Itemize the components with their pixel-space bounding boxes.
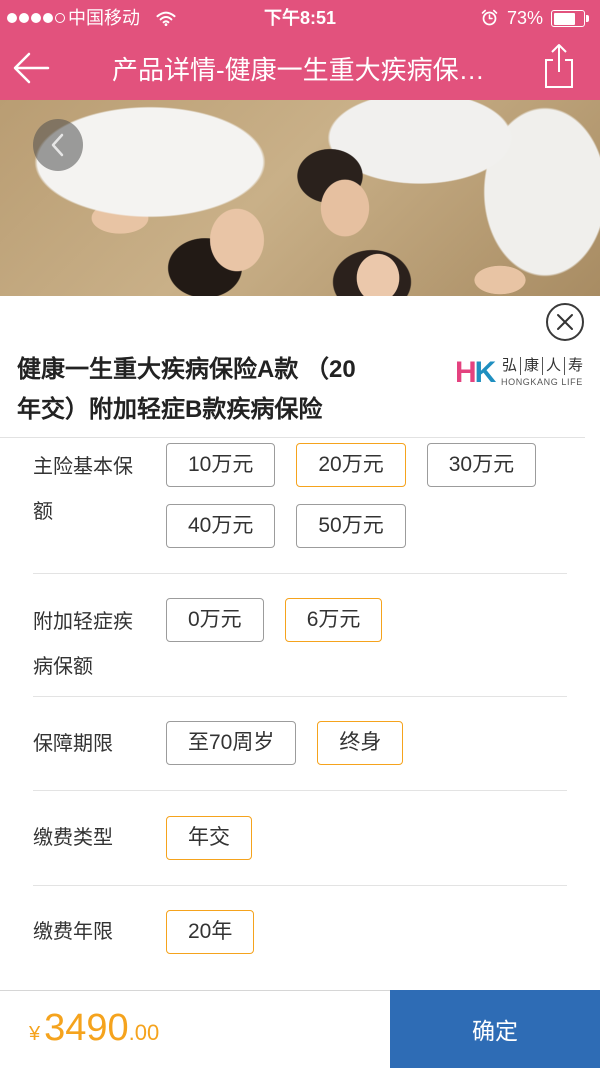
option-group-label: 保障期限: [33, 733, 113, 755]
logo-mark-h: H: [455, 356, 477, 389]
share-button[interactable]: [542, 43, 576, 89]
choice-button[interactable]: 至70周岁: [166, 721, 297, 765]
price-decimal: .00: [128, 1020, 160, 1045]
total-price: ¥ 3490 .00: [29, 1005, 159, 1051]
carrier-name: 中国移动: [68, 8, 140, 28]
choice-button[interactable]: 10万元: [166, 443, 276, 487]
arrow-left-icon: [13, 52, 50, 84]
logo-char: 弘: [502, 357, 518, 374]
option-group-label: 附加轻症疾病保额: [33, 611, 133, 678]
battery-icon: [551, 10, 589, 27]
choice-button[interactable]: 40万元: [166, 504, 276, 548]
logo-char: 人: [542, 357, 564, 375]
logo-chinese-name: 弘 康 人 寿: [499, 357, 586, 375]
signal-dot: [19, 13, 29, 23]
confirm-button[interactable]: 确定: [390, 990, 600, 1068]
banner-photo: [0, 100, 600, 296]
option-choices: 20年: [166, 910, 567, 954]
option-group-label: 缴费年限: [33, 921, 113, 943]
option-group-label: 缴费类型: [33, 827, 113, 849]
page-title: 产品详情-健康一生重大疾病保…: [112, 55, 485, 85]
logo-char: 康: [520, 357, 542, 375]
signal-dot: [31, 13, 41, 23]
option-group-base-coverage: 主险基本保额 10万元 20万元 30万元 40万元 50万元: [33, 438, 567, 574]
signal-dot: [55, 13, 65, 23]
battery-nub: [586, 15, 589, 22]
insurer-logo: HK 弘 康 人 寿 HONGKANG LIFE: [455, 356, 587, 390]
logo-char: 寿: [564, 357, 586, 375]
nav-bar: 产品详情-健康一生重大疾病保…: [0, 36, 600, 100]
choice-button[interactable]: 年交: [166, 816, 252, 860]
option-choices: 至70周岁 终身: [166, 721, 567, 765]
option-choices: 10万元 20万元 30万元 40万元 50万元: [166, 443, 567, 548]
option-choices: 年交: [166, 816, 567, 860]
choice-button[interactable]: 终身: [317, 721, 404, 765]
choice-button[interactable]: 20万元: [296, 443, 406, 487]
product-title-line: 年交）附加轻症B款疾病保险: [17, 396, 323, 423]
option-group-payment-years: 缴费年限 20年: [33, 886, 567, 990]
alarm-icon: [481, 9, 498, 31]
battery-percent: 73%: [507, 8, 544, 28]
choice-button[interactable]: 6万元: [284, 598, 383, 642]
option-groups: 主险基本保额 10万元 20万元 30万元 40万元 50万元 附加轻症疾病保额…: [33, 438, 567, 990]
close-icon: [557, 314, 573, 330]
close-button[interactable]: [546, 303, 584, 341]
banner-prev-button[interactable]: [33, 119, 83, 171]
status-bar: 中国移动 下午8:51 73%: [0, 0, 600, 36]
option-group-payment-type: 缴费类型 年交: [33, 791, 567, 886]
wifi-icon: [156, 10, 176, 31]
battery-level-fill: [553, 12, 575, 25]
choice-button[interactable]: 0万元: [166, 598, 264, 642]
product-options-sheet: 健康一生重大疾病保险A款 （20 年交）附加轻症B款疾病保险 HK 弘 康 人 …: [0, 296, 600, 990]
product-title: 健康一生重大疾病保险A款 （20 年交）附加轻症B款疾病保险: [17, 350, 356, 430]
choice-button[interactable]: 20年: [166, 910, 255, 954]
option-group-coverage-period: 保障期限 至70周岁 终身: [33, 697, 567, 791]
share-icon: [545, 44, 573, 88]
checkout-bar: ¥ 3490 .00 确定: [0, 990, 600, 1068]
logo-mark-k: K: [474, 356, 497, 389]
option-choices: 0万元 6万元: [166, 598, 567, 642]
signal-dot: [7, 13, 17, 23]
back-button[interactable]: [12, 50, 50, 86]
price-currency: ¥: [29, 1023, 41, 1045]
price-integer: 3490: [44, 1007, 129, 1049]
signal-dot: [43, 13, 53, 23]
logo-mark: HK: [455, 356, 497, 389]
signal-strength: [7, 13, 65, 23]
logo-english-name: HONGKANG LIFE: [501, 377, 583, 387]
option-group-label: 主险基本保额: [33, 456, 133, 523]
product-title-line: 健康一生重大疾病保险A款 （20: [17, 356, 356, 383]
choice-button[interactable]: 30万元: [426, 443, 537, 487]
clock-time: 下午8:51: [263, 8, 337, 28]
option-group-minor-illness-coverage: 附加轻症疾病保额 0万元 6万元: [33, 574, 567, 697]
chevron-left-icon: [51, 133, 64, 157]
choice-button[interactable]: 50万元: [296, 504, 406, 548]
